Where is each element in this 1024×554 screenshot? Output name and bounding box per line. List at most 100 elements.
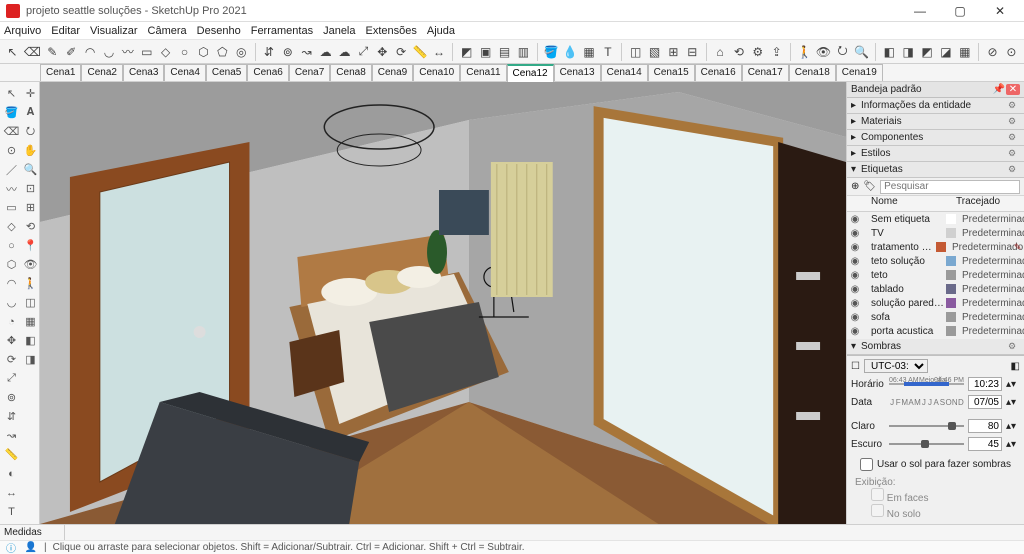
- gear-icon[interactable]: ⚙: [1008, 148, 1020, 159]
- scene-tab-cena13[interactable]: Cena13: [554, 64, 601, 81]
- timezone-select[interactable]: UTC-03:00: [864, 359, 928, 373]
- tb-eyedropper-icon[interactable]: 💧: [562, 42, 579, 62]
- tag-dash[interactable]: Predeterminado: [958, 298, 1024, 309]
- tag-color-swatch[interactable]: [946, 284, 956, 294]
- menu-arquivo[interactable]: Arquivo: [4, 25, 41, 37]
- tb-section-fill-icon[interactable]: ▧: [646, 42, 663, 62]
- shadow-toggle-icon[interactable]: ☐: [851, 361, 860, 372]
- visibility-icon[interactable]: ◉: [847, 326, 863, 337]
- tool-protractor-icon[interactable]: ◐: [3, 465, 20, 482]
- tag-color-swatch[interactable]: [946, 228, 956, 238]
- tool-walk-icon[interactable]: 🚶: [22, 275, 39, 292]
- scene-tab-cena5[interactable]: Cena5: [206, 64, 247, 81]
- menu-janela[interactable]: Janela: [323, 25, 355, 37]
- tag-row[interactable]: ◉porta acusticaPredeterminado: [847, 324, 1024, 338]
- tags-search-input[interactable]: [880, 180, 1020, 194]
- tray-titlebar[interactable]: Bandeja padrão 📌 ✕: [847, 82, 1024, 98]
- tool-freehand-icon[interactable]: 〰: [3, 180, 20, 197]
- date-value[interactable]: [968, 395, 1002, 409]
- tool-line-icon[interactable]: ／: [3, 161, 20, 178]
- dark-value[interactable]: [968, 437, 1002, 451]
- tb-cursor-icon[interactable]: ↖: [4, 42, 21, 62]
- scene-tab-cena10[interactable]: Cena10: [413, 64, 460, 81]
- tag-row[interactable]: ◉solução parede...Predeterminado: [847, 296, 1024, 310]
- tb-polygon-icon[interactable]: ⬡: [195, 42, 212, 62]
- scene-tab-cena8[interactable]: Cena8: [330, 64, 371, 81]
- tb-rect-rot-icon[interactable]: ◇: [157, 42, 174, 62]
- tag-color-swatch[interactable]: [946, 312, 956, 322]
- tb-cube2-icon[interactable]: ◨: [900, 42, 917, 62]
- tag-row[interactable]: ◉sofaPredeterminado: [847, 310, 1024, 324]
- tool-eraser-icon[interactable]: ⌫: [3, 123, 20, 140]
- tool-3dtext-icon[interactable]: 𝐀: [22, 104, 39, 121]
- tag-dash[interactable]: Predeterminado: [958, 228, 1024, 239]
- tb-ext-mgr-icon[interactable]: ⚙: [749, 42, 766, 62]
- tool-solid1-icon[interactable]: ◧: [22, 332, 39, 349]
- section-materials[interactable]: ▸ Materiais ⚙: [847, 114, 1024, 130]
- tool-text-icon[interactable]: T: [3, 503, 20, 520]
- tag-row[interactable]: ◉tetoPredeterminado: [847, 268, 1024, 282]
- tag-row[interactable]: ◉Sem etiquetaPredeterminado: [847, 212, 1024, 226]
- use-sun-checkbox[interactable]: [860, 458, 873, 471]
- maximize-button[interactable]: ▢: [940, 0, 980, 22]
- scene-tab-cena12[interactable]: Cena12: [507, 64, 554, 82]
- scene-tab-cena15[interactable]: Cena15: [648, 64, 695, 81]
- tb-hide-icon[interactable]: ⊘: [984, 42, 1001, 62]
- light-value[interactable]: [968, 419, 1002, 433]
- visibility-icon[interactable]: ◉: [847, 228, 863, 239]
- tool-followme-icon[interactable]: ↝: [3, 427, 20, 444]
- tb-view-iso-icon[interactable]: ◩: [458, 42, 475, 62]
- menu-extensões[interactable]: Extensões: [366, 25, 417, 37]
- menu-desenho[interactable]: Desenho: [197, 25, 241, 37]
- tool-pie-icon[interactable]: ◔: [3, 313, 20, 330]
- tag-row[interactable]: ◉tratamento par...Predeterminado✎: [847, 240, 1024, 254]
- tb-orbit-icon[interactable]: ⭮: [834, 42, 851, 62]
- pin-icon[interactable]: 📌: [992, 84, 1006, 95]
- visibility-icon[interactable]: ◉: [847, 256, 863, 267]
- tb-view-front-icon[interactable]: ▤: [496, 42, 513, 62]
- scene-tab-cena17[interactable]: Cena17: [742, 64, 789, 81]
- tb-pencil2-icon[interactable]: ✐: [63, 42, 80, 62]
- tag-color-swatch[interactable]: [946, 256, 956, 266]
- gear-icon[interactable]: ⚙: [1008, 116, 1020, 127]
- tray-close-icon[interactable]: ✕: [1006, 84, 1020, 95]
- tag-row[interactable]: ◉TVPredeterminado: [847, 226, 1024, 240]
- section-styles[interactable]: ▸ Estilos ⚙: [847, 146, 1024, 162]
- tb-offset-icon[interactable]: ⊚: [279, 42, 296, 62]
- tool-dimension-icon[interactable]: ↔: [3, 484, 20, 501]
- col-dash[interactable]: Tracejado: [956, 196, 1024, 211]
- pencil-icon[interactable]: ✎: [1014, 242, 1024, 253]
- col-name[interactable]: Nome: [863, 196, 942, 211]
- scene-tab-cena2[interactable]: Cena2: [81, 64, 122, 81]
- tool-pan-icon[interactable]: ✋: [22, 142, 39, 159]
- visibility-icon[interactable]: ◉: [847, 298, 863, 309]
- tb-arc3-icon[interactable]: 〰: [119, 42, 136, 62]
- tool-zoomwin-icon[interactable]: ⊡: [22, 180, 39, 197]
- tag-dash[interactable]: Predeterminado: [958, 270, 1024, 281]
- tb-cube3-icon[interactable]: ◩: [919, 42, 936, 62]
- tb-unhide-icon[interactable]: ⊙: [1003, 42, 1020, 62]
- tool-paint-icon[interactable]: 🪣: [3, 104, 20, 121]
- light-slider[interactable]: [889, 421, 964, 431]
- tool-rotate-icon[interactable]: ⟳: [3, 351, 20, 368]
- tb-rectangle-icon[interactable]: ▭: [138, 42, 155, 62]
- model-viewport[interactable]: [40, 82, 846, 524]
- tb-arc-icon[interactable]: ◠: [82, 42, 99, 62]
- tb-warehouse-icon[interactable]: ⌂: [712, 42, 729, 62]
- user-icon[interactable]: 👤: [24, 542, 38, 554]
- tb-share-icon[interactable]: ⇪: [768, 42, 785, 62]
- tool-section-icon[interactable]: ◫: [22, 294, 39, 311]
- scene-tab-cena3[interactable]: Cena3: [123, 64, 164, 81]
- tb-paint-icon[interactable]: 🪣: [543, 42, 560, 62]
- scene-tab-cena1[interactable]: Cena1: [40, 64, 81, 81]
- dark-slider[interactable]: [889, 439, 964, 449]
- menu-visualizar[interactable]: Visualizar: [90, 25, 138, 37]
- tb-group-icon[interactable]: ⊞: [665, 42, 682, 62]
- light-stepper[interactable]: ▴▾: [1006, 421, 1020, 432]
- tag-dash[interactable]: Predeterminado: [958, 214, 1024, 225]
- scene-tab-cena19[interactable]: Cena19: [836, 64, 883, 81]
- section-components[interactable]: ▸ Componentes ⚙: [847, 130, 1024, 146]
- tb-cube4-icon[interactable]: ◪: [938, 42, 955, 62]
- tb-text-icon[interactable]: T: [599, 42, 616, 62]
- tool-pushpull-icon[interactable]: ⇵: [3, 408, 20, 425]
